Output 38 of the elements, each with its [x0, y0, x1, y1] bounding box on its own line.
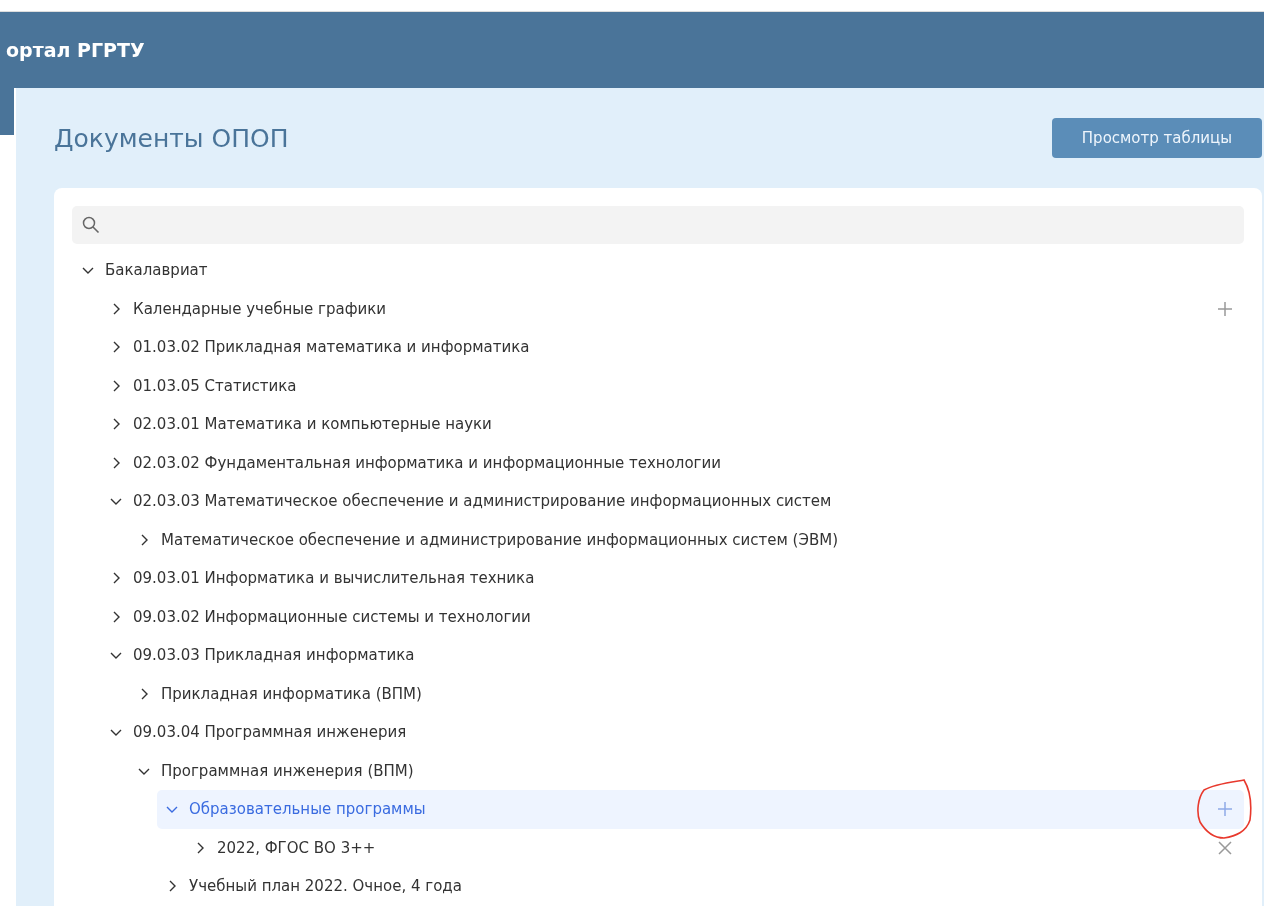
tree-item[interactable]: Учебный план 2022. Очное, 4 года [157, 867, 1244, 906]
tree-item-label: 02.03.01 Математика и компьютерные науки [133, 415, 493, 434]
tree-item[interactable]: 09.03.04 Программная инженерия [101, 713, 1244, 752]
tree-item[interactable]: Программная инженерия (ВПМ) [129, 751, 1244, 790]
tree-item-label: 01.03.02 Прикладная математика и информатика [133, 338, 531, 357]
tree-item-label: Программная инженерия (ВПМ) [161, 761, 415, 780]
tree-item[interactable]: Календарные учебные графики [101, 289, 1244, 328]
tree-item-label: 02.03.02 Фундаментальная информатика и информационные технологии [133, 453, 722, 472]
tree-item[interactable]: 02.03.02 Фундаментальная информатика и информационные технологии [101, 443, 1244, 482]
tree-item-label: Прикладная информатика (ВПМ) [161, 684, 423, 703]
tree-item[interactable]: 09.03.01 Информатика и вычислительная техника [101, 559, 1244, 598]
portal-title: ортал РГРТУ [5, 39, 145, 61]
tree-item[interactable]: 09.03.03 Прикладная информатика [101, 636, 1244, 675]
page-title: Документы ОПОП [54, 123, 289, 153]
tree-item[interactable]: 2022, ФГОС ВО 3++ [185, 828, 1244, 867]
tree-item-label: 01.03.05 Статистика [133, 376, 298, 395]
tree-item-label: 09.03.04 Программная инженерия [133, 723, 408, 742]
tree-item[interactable]: 02.03.03 Математическое обеспечение и администрирование информационных систем [101, 482, 1244, 521]
tree-item[interactable]: 01.03.02 Прикладная математика и информатика [101, 328, 1244, 367]
tree-item[interactable]: Бакалавриат [73, 251, 1244, 290]
tree-item[interactable]: 09.03.02 Информационные системы и технологии [101, 597, 1244, 636]
tree-item-label: 09.03.03 Прикладная информатика [133, 646, 416, 665]
tree-item-label: 02.03.03 Математическое обеспечение и администрирование информационных систем [133, 492, 833, 511]
tree-item[interactable]: Прикладная информатика (ВПМ) [129, 674, 1244, 713]
tree-item-label: 2022, ФГОС ВО 3++ [217, 838, 377, 857]
tree-item[interactable]: Математическое обеспечение и администрирование информационных систем (ЭВМ) [129, 520, 1244, 559]
close-icon[interactable] [1218, 840, 1232, 855]
tree-item-label: 09.03.02 Информационные системы и технологии [133, 607, 532, 626]
tree-item-label: Бакалавриат [105, 261, 209, 280]
search-icon [82, 216, 100, 234]
search-field[interactable] [72, 206, 1244, 244]
tree-item-label: Образовательные программы [189, 800, 427, 819]
tree-item-label: Математическое обеспечение и администрирование информационных систем (ЭВМ) [161, 530, 839, 549]
tree-item[interactable]: 01.03.05 Статистика [101, 366, 1244, 405]
tree-item-label: Учебный план 2022. Очное, 4 года [189, 877, 463, 896]
tree-item-label: Календарные учебные графики [133, 299, 388, 318]
tree-item-label: 09.03.01 Информатика и вычислительная техника [133, 569, 536, 588]
tree-item[interactable]: 02.03.01 Математика и компьютерные науки [101, 405, 1244, 444]
